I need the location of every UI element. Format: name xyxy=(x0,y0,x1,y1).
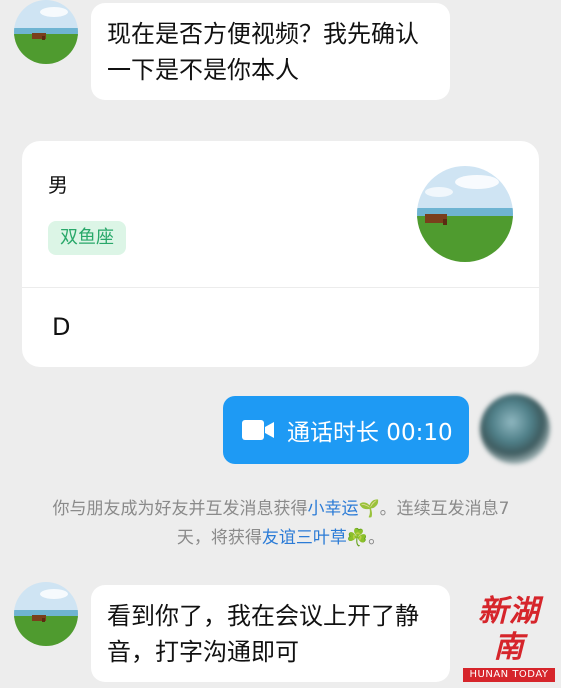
watermark-logo-text: 新湖南 xyxy=(478,594,540,665)
clover-link[interactable]: 友谊三叶草 xyxy=(262,528,347,548)
notice-text: 你与朋友成为好友并互发消息获得 xyxy=(52,499,308,519)
watermark-english-text: HUNAN TODAY xyxy=(463,668,555,682)
notice-text: 。 xyxy=(368,528,386,548)
lucky-link[interactable]: 小幸运 xyxy=(308,499,359,519)
call-duration-label: 通话时长 00:10 xyxy=(287,420,453,446)
cow-landscape-avatar-image xyxy=(417,166,513,262)
sender-avatar[interactable] xyxy=(14,582,78,646)
clover-icon: ☘️ xyxy=(346,528,369,548)
message-text: 现在是否方便视频？我先确认一下是不是你本人 xyxy=(107,20,419,84)
zodiac-tag: 双鱼座 xyxy=(48,221,126,255)
my-avatar[interactable] xyxy=(480,394,550,464)
call-duration-bubble[interactable]: 通话时长 00:10 xyxy=(223,396,469,464)
hunan-today-watermark: 新湖南 HUNAN TODAY xyxy=(463,594,555,682)
incoming-message-bubble[interactable]: 现在是否方便视频？我先确认一下是不是你本人 xyxy=(91,3,450,100)
gender-label: 男 xyxy=(48,173,68,197)
video-camera-icon xyxy=(242,420,274,440)
sprout-icon: 🌱 xyxy=(358,499,380,519)
incoming-message-bubble[interactable]: 看到你了，我在会议上开了静音，打字沟通即可 xyxy=(91,585,450,682)
profile-avatar[interactable] xyxy=(417,166,513,262)
system-notice: 你与朋友成为好友并互发消息获得小幸运🌱。连续互发消息7天，将获得友谊三叶草☘️。 xyxy=(36,495,526,553)
card-divider xyxy=(22,287,539,288)
cow-landscape-avatar-image xyxy=(14,582,78,646)
cow-landscape-avatar-image xyxy=(14,0,78,64)
sender-avatar[interactable] xyxy=(14,0,78,64)
profile-card[interactable]: 男 双鱼座 D xyxy=(22,141,539,367)
message-text: 看到你了，我在会议上开了静音，打字沟通即可 xyxy=(107,602,419,666)
card-footer-text: D xyxy=(52,313,71,341)
